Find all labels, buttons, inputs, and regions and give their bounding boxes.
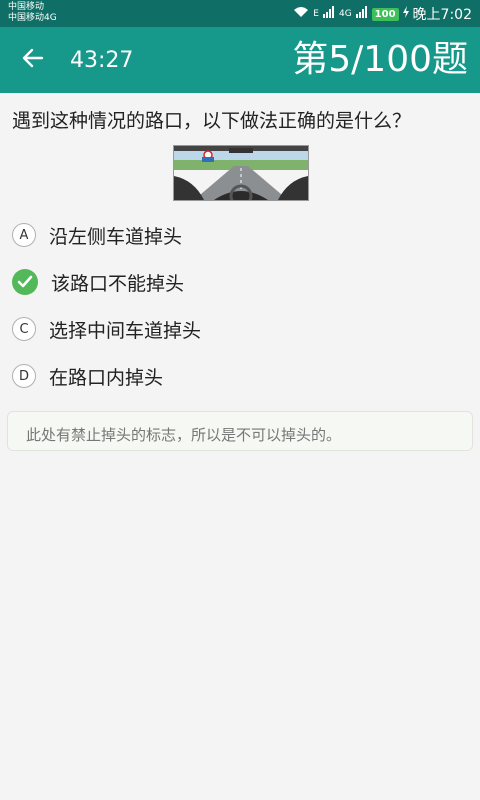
option-a[interactable]: A 沿左侧车道掉头 xyxy=(12,219,452,251)
explanation-text: 此处有禁止掉头的标志，所以是不可以掉头的。 xyxy=(26,426,342,444)
signal-label-1: E xyxy=(313,9,319,19)
exam-timer: 43:27 xyxy=(70,48,134,73)
option-b-text: 该路口不能掉头 xyxy=(51,272,185,295)
option-a-letter: A xyxy=(12,223,36,247)
battery-icon: 100 xyxy=(371,7,399,21)
back-button[interactable] xyxy=(18,45,48,75)
question-progress: 第5/100题 xyxy=(292,39,468,80)
status-bar: 中国移动 中国移动4G E 4G 100 晚上7:02 xyxy=(0,0,480,27)
option-a-text: 沿左侧车道掉头 xyxy=(49,225,183,248)
question-image[interactable] xyxy=(173,145,309,201)
option-c-letter: C xyxy=(12,317,36,341)
toolbar: 43:27 第5/100题 xyxy=(0,27,480,93)
option-d-text: 在路口内掉头 xyxy=(49,366,164,389)
question-text: 遇到这种情况的路口，以下做法正确的是什么？ xyxy=(12,110,412,132)
correct-check-icon xyxy=(12,269,38,295)
option-c[interactable]: C 选择中间车道掉头 xyxy=(12,313,452,345)
back-arrow-icon xyxy=(22,48,44,72)
charging-icon xyxy=(402,6,409,22)
explanation-box: 此处有禁止掉头的标志，所以是不可以掉头的。 xyxy=(7,411,473,451)
option-c-text: 选择中间车道掉头 xyxy=(49,319,202,342)
signal-icon-2 xyxy=(355,6,368,22)
carrier-info: 中国移动 中国移动4G xyxy=(8,2,57,24)
option-b[interactable]: 该路口不能掉头 xyxy=(12,266,452,298)
signal-icon-1 xyxy=(322,6,335,22)
carrier-2: 中国移动4G xyxy=(8,13,57,23)
wifi-icon xyxy=(293,6,309,22)
carrier-1: 中国移动 xyxy=(8,2,45,12)
status-icons: E 4G 100 晚上7:02 xyxy=(293,4,472,24)
option-d-letter: D xyxy=(12,364,36,388)
option-d[interactable]: D 在路口内掉头 xyxy=(12,360,452,392)
signal-label-2: 4G xyxy=(338,9,352,19)
clock: 晚上7:02 xyxy=(412,7,472,23)
